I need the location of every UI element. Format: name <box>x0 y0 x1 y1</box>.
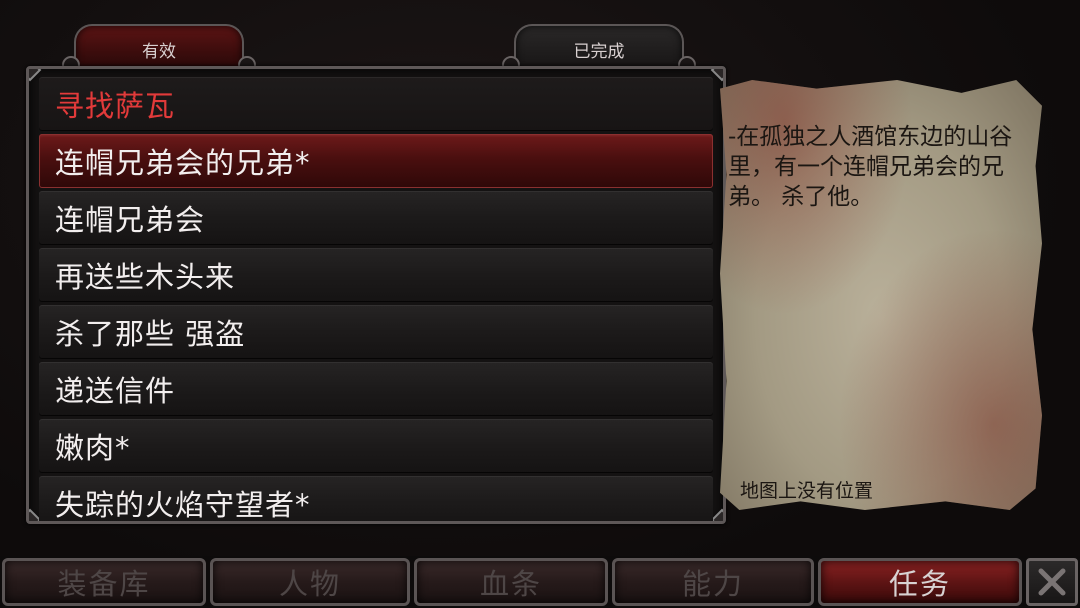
quest-item-label: 失踪的火焰守望者* <box>55 488 311 522</box>
tab-completed[interactable]: 已完成 <box>502 24 696 74</box>
quest-list: 寻找萨瓦 连帽兄弟会的兄弟* 连帽兄弟会 再送些木头来 杀了那些 强盗 递送信件… <box>39 77 713 521</box>
quest-item-label: 嫩肉* <box>55 431 131 465</box>
quest-category-header: 寻找萨瓦 <box>39 77 713 131</box>
nav-character-button[interactable]: 人物 <box>210 558 410 606</box>
nav-stats-button[interactable]: 血条 <box>414 558 608 606</box>
close-x-icon <box>1038 568 1066 596</box>
nav-abilities-button[interactable]: 能力 <box>612 558 814 606</box>
quest-item-label: 连帽兄弟会 <box>55 203 206 237</box>
quest-item-label: 杀了那些 强盗 <box>55 317 246 351</box>
tab-completed-label: 已完成 <box>573 41 625 62</box>
nav-inventory-button[interactable]: 装备库 <box>2 558 206 606</box>
quest-item[interactable]: 连帽兄弟会 <box>39 191 713 245</box>
quest-list-panel: 寻找萨瓦 连帽兄弟会的兄弟* 连帽兄弟会 再送些木头来 杀了那些 强盗 递送信件… <box>26 66 726 524</box>
quest-description: -在孤独之人酒馆东边的山谷里，有一个连帽兄弟会的兄弟。 杀了他。 <box>728 124 1013 210</box>
quest-item[interactable]: 再送些木头来 <box>39 248 713 302</box>
nav-button-label: 血条 <box>479 567 542 601</box>
quest-item-label: 连帽兄弟会的兄弟* <box>55 146 311 180</box>
bottom-nav: 装备库 人物 血条 能力 任务 <box>0 556 1080 608</box>
quest-item-selected[interactable]: 连帽兄弟会的兄弟* <box>39 134 713 188</box>
close-button[interactable] <box>1026 558 1078 606</box>
quest-item-label: 再送些木头来 <box>55 260 236 294</box>
tab-active[interactable]: 有效 <box>62 24 256 74</box>
nav-button-label: 能力 <box>681 567 744 601</box>
tab-active-label: 有效 <box>142 41 176 62</box>
quest-item[interactable]: 杀了那些 强盗 <box>39 305 713 359</box>
quest-item[interactable]: 失踪的火焰守望者* <box>39 476 713 522</box>
quest-description-panel: -在孤独之人酒馆东边的山谷里，有一个连帽兄弟会的兄弟。 杀了他。 地图上没有位置 <box>720 80 1042 510</box>
quest-item[interactable]: 递送信件 <box>39 362 713 416</box>
quest-item[interactable]: 嫩肉* <box>39 419 713 473</box>
nav-button-label: 装备库 <box>57 567 151 601</box>
quest-category-title: 寻找萨瓦 <box>55 89 176 123</box>
map-location-note: 地图上没有位置 <box>740 480 874 502</box>
quest-item-label: 递送信件 <box>55 374 176 408</box>
nav-button-label: 任务 <box>888 567 951 601</box>
quest-journal-screen: 有效 已完成 寻找萨瓦 连帽兄弟会的兄弟* 连帽兄弟会 再送些木头来 杀了那些 … <box>0 0 1080 608</box>
nav-button-label: 人物 <box>278 567 341 601</box>
nav-quests-button[interactable]: 任务 <box>818 558 1022 606</box>
